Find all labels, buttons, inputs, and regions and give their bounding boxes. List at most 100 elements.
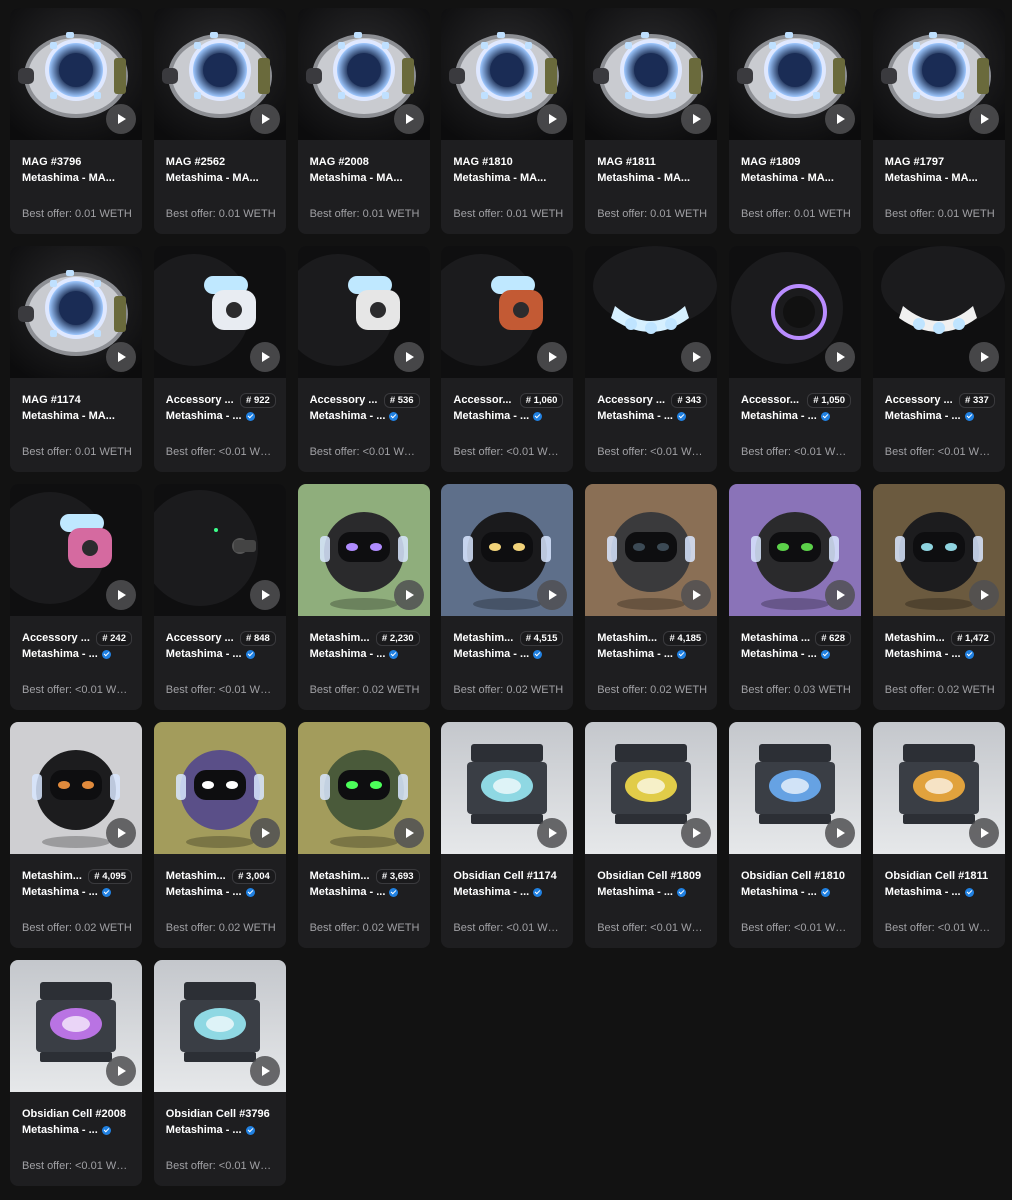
play-button[interactable]: [249, 104, 280, 134]
nft-thumbnail[interactable]: [10, 960, 142, 1092]
nft-card[interactable]: Accessory ... # 242 Metashima - ... Best of…: [10, 484, 142, 710]
play-button[interactable]: [249, 580, 280, 610]
play-button[interactable]: [968, 818, 999, 848]
collection-name[interactable]: Metashima - MA...: [166, 172, 259, 184]
collection-name[interactable]: Metashima - MA...: [597, 172, 690, 184]
nft-thumbnail[interactable]: [585, 484, 718, 616]
play-button[interactable]: [106, 818, 136, 848]
nft-thumbnail[interactable]: [729, 484, 861, 616]
play-button[interactable]: [681, 818, 712, 848]
collection-name[interactable]: Metashima - ...: [453, 648, 529, 660]
collection-name[interactable]: Metashima - ...: [453, 886, 529, 898]
nft-thumbnail[interactable]: [153, 246, 286, 378]
collection-name[interactable]: Metashima - ...: [453, 410, 529, 422]
nft-thumbnail[interactable]: [872, 246, 1005, 378]
nft-card[interactable]: Accessory ... # 337 Metashima - ... Best of…: [872, 246, 1005, 472]
collection-name[interactable]: Metashima - ...: [310, 410, 386, 422]
collection-name[interactable]: Metashima - MA...: [453, 172, 546, 184]
play-button[interactable]: [393, 818, 424, 848]
nft-thumbnail[interactable]: [441, 722, 574, 854]
nft-card[interactable]: Obsidian Cell #1810 Metashima - ... Best o…: [729, 722, 861, 948]
collection-name[interactable]: Metashima - ...: [166, 410, 242, 422]
nft-card[interactable]: Metashim... # 2,230 Metashima - ... Best of…: [297, 484, 430, 710]
nft-thumbnail[interactable]: [297, 8, 430, 140]
nft-thumbnail[interactable]: [297, 484, 430, 616]
collection-name[interactable]: Metashima - ...: [741, 410, 817, 422]
nft-thumbnail[interactable]: [441, 484, 574, 616]
collection-name[interactable]: Metashima - ...: [22, 886, 98, 898]
nft-card[interactable]: Obsidian Cell #1174 Metashima - ... Best o…: [441, 722, 574, 948]
play-button[interactable]: [825, 104, 855, 134]
collection-name[interactable]: Metashima - ...: [310, 886, 386, 898]
play-button[interactable]: [825, 818, 855, 848]
nft-card[interactable]: Accessory ... # 343 Metashima - ... Best of…: [585, 246, 718, 472]
collection-name[interactable]: Metashima - MA...: [22, 410, 115, 422]
collection-name[interactable]: Metashima - ...: [310, 648, 386, 660]
collection-name[interactable]: Metashima - ...: [166, 886, 242, 898]
play-button[interactable]: [825, 580, 855, 610]
nft-thumbnail[interactable]: [10, 8, 142, 140]
collection-name[interactable]: Metashima - ...: [597, 648, 673, 660]
nft-card[interactable]: Metashim... # 4,095 Metashima - ... Best of…: [10, 722, 142, 948]
nft-card[interactable]: Accessory ... # 848 Metashima - ... Best of…: [153, 484, 286, 710]
nft-card[interactable]: MAG #1797 Metashima - MA... Best offer: 0.…: [872, 8, 1005, 234]
nft-card[interactable]: Accessor... # 1,050 Metashima - ... Best of…: [729, 246, 861, 472]
play-button[interactable]: [106, 104, 136, 134]
nft-thumbnail[interactable]: [441, 8, 574, 140]
nft-card[interactable]: MAG #2008 Metashima - MA... Best offer: 0.…: [297, 8, 430, 234]
nft-card[interactable]: MAG #3796 Metashima - MA... Best offer: 0.…: [10, 8, 142, 234]
collection-name[interactable]: Metashima - ...: [885, 648, 961, 660]
nft-thumbnail[interactable]: [872, 722, 1005, 854]
nft-card[interactable]: Metashim... # 4,185 Metashima - ... Best of…: [585, 484, 718, 710]
collection-name[interactable]: Metashima - MA...: [310, 172, 403, 184]
nft-thumbnail[interactable]: [153, 722, 286, 854]
nft-card[interactable]: Obsidian Cell #1809 Metashima - ... Best o…: [585, 722, 718, 948]
play-button[interactable]: [681, 104, 712, 134]
nft-card[interactable]: Accessory ... # 536 Metashima - ... Best of…: [297, 246, 430, 472]
nft-thumbnail[interactable]: [10, 722, 142, 854]
nft-thumbnail[interactable]: [441, 246, 574, 378]
nft-thumbnail[interactable]: [729, 722, 861, 854]
collection-name[interactable]: Metashima - ...: [741, 648, 817, 660]
play-button[interactable]: [106, 1056, 136, 1086]
collection-name[interactable]: Metashima - MA...: [22, 172, 115, 184]
play-button[interactable]: [393, 104, 424, 134]
nft-card[interactable]: Accessor... # 1,060 Metashima - ... Best of…: [441, 246, 574, 472]
play-button[interactable]: [681, 342, 712, 372]
nft-thumbnail[interactable]: [10, 246, 142, 378]
play-button[interactable]: [968, 104, 999, 134]
nft-card[interactable]: Metashim... # 3,693 Metashima - ... Best of…: [297, 722, 430, 948]
nft-thumbnail[interactable]: [297, 722, 430, 854]
nft-card[interactable]: MAG #1809 Metashima - MA... Best offer: 0.…: [729, 8, 861, 234]
nft-card[interactable]: Metashim... # 4,515 Metashima - ... Best of…: [441, 484, 574, 710]
nft-thumbnail[interactable]: [872, 484, 1005, 616]
play-button[interactable]: [393, 342, 424, 372]
nft-card[interactable]: Obsidian Cell #2008 Metashima - ... Best o…: [10, 960, 142, 1186]
collection-name[interactable]: Metashima - ...: [885, 886, 961, 898]
nft-thumbnail[interactable]: [585, 722, 718, 854]
play-button[interactable]: [968, 580, 999, 610]
nft-thumbnail[interactable]: [729, 246, 861, 378]
collection-name[interactable]: Metashima - ...: [597, 886, 673, 898]
nft-card[interactable]: MAG #1810 Metashima - MA... Best offer: 0.…: [441, 8, 574, 234]
collection-name[interactable]: Metashima - ...: [741, 886, 817, 898]
play-button[interactable]: [106, 580, 136, 610]
nft-card[interactable]: MAG #2562 Metashima - MA... Best offer: 0.…: [153, 8, 286, 234]
nft-thumbnail[interactable]: [297, 246, 430, 378]
play-button[interactable]: [681, 580, 712, 610]
nft-card[interactable]: Metashim... # 1,472 Metashima - ... Best of…: [872, 484, 1005, 710]
play-button[interactable]: [968, 342, 999, 372]
play-button[interactable]: [106, 342, 136, 372]
play-button[interactable]: [249, 342, 280, 372]
collection-name[interactable]: Metashima - ...: [22, 1124, 98, 1136]
play-button[interactable]: [825, 342, 855, 372]
nft-thumbnail[interactable]: [729, 8, 861, 140]
nft-thumbnail[interactable]: [585, 8, 718, 140]
play-button[interactable]: [249, 1056, 280, 1086]
nft-card[interactable]: Metashima ... # 628 Metashima - ... Best of…: [729, 484, 861, 710]
nft-card[interactable]: MAG #1174 Metashima - MA... Best offer: 0.…: [10, 246, 142, 472]
nft-thumbnail[interactable]: [153, 960, 286, 1092]
nft-thumbnail[interactable]: [872, 8, 1005, 140]
collection-name[interactable]: Metashima - ...: [22, 648, 98, 660]
nft-thumbnail[interactable]: [585, 246, 718, 378]
